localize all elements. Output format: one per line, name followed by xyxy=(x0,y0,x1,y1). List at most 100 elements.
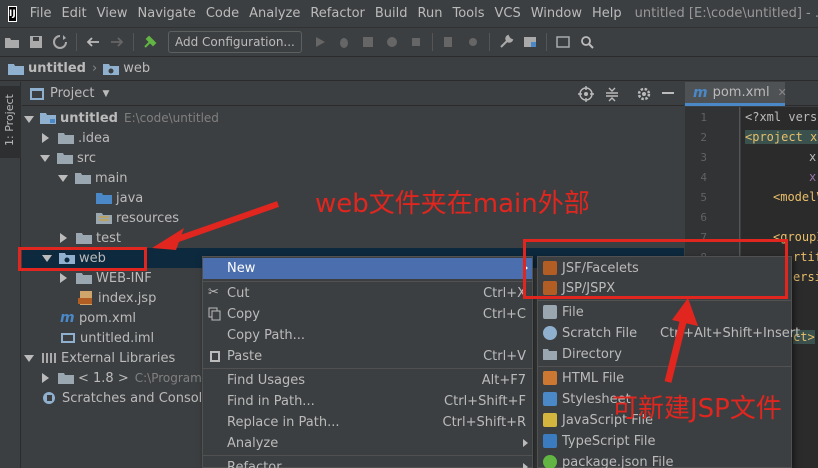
project-panel-title[interactable]: Project xyxy=(50,86,94,101)
submenu-arrow-icon xyxy=(523,463,528,468)
menu-item-label: HTML File xyxy=(562,371,625,386)
tree-item-src[interactable]: src xyxy=(22,148,684,168)
jdk-folder-icon xyxy=(58,373,74,384)
menu-item-replace-in-path[interactable]: Replace in Path... Ctrl+Shift+R xyxy=(203,412,532,433)
line-number: 5 xyxy=(700,191,707,204)
collapsed-arrow-icon[interactable] xyxy=(42,133,49,143)
folder-icon xyxy=(76,233,92,244)
menu-item-copy[interactable]: Copy Ctrl+C xyxy=(203,304,532,325)
expanded-arrow-icon[interactable] xyxy=(40,154,50,162)
toolbar-divider xyxy=(545,33,547,51)
tree-item-label: WEB-INF xyxy=(96,270,152,286)
expanded-arrow-icon[interactable] xyxy=(58,174,68,182)
menu-item-cut[interactable]: ✂ Cut Ctrl+X xyxy=(203,283,532,304)
collapse-all-icon[interactable] xyxy=(604,86,620,102)
scratches-icon xyxy=(43,392,55,404)
menu-build[interactable]: Build xyxy=(370,0,413,28)
tree-item-label: main xyxy=(95,170,128,186)
submenu-item-html-file[interactable]: HTML File xyxy=(538,368,791,389)
css-file-icon xyxy=(543,392,557,406)
open-folder-icon[interactable] xyxy=(4,34,20,50)
menu-analyze[interactable]: Analyze xyxy=(244,0,305,28)
terminal-icon[interactable] xyxy=(555,34,571,50)
project-structure-icon[interactable] xyxy=(522,34,538,50)
menu-item-copy-path[interactable]: Copy Path... xyxy=(203,325,532,346)
search-icon[interactable] xyxy=(579,34,595,50)
annotation-can-create-jsp: 可新建JSP文件 xyxy=(612,394,782,424)
tree-item-untitled[interactable]: untitled E:\code\untitled xyxy=(22,108,684,128)
tab-pom-xml[interactable]: m pom.xml ✕ xyxy=(685,82,787,106)
file-icon xyxy=(543,305,557,319)
menu-item-shortcut: Ctrl+C xyxy=(482,307,526,322)
submenu-item-directory[interactable]: Directory xyxy=(538,344,791,365)
menu-item-refactor[interactable]: Refactor xyxy=(203,457,532,468)
gear-icon[interactable] xyxy=(636,86,652,102)
profile-icon[interactable] xyxy=(384,34,400,50)
wrench-icon[interactable] xyxy=(498,34,514,50)
menu-item-analyze[interactable]: Analyze xyxy=(203,433,532,454)
tree-item-label: src xyxy=(77,150,96,166)
menu-window[interactable]: Window xyxy=(526,0,587,28)
project-tool-tab[interactable]: 1: Project xyxy=(0,86,21,158)
add-configuration-button[interactable]: Add Configuration... xyxy=(168,31,302,53)
debug-icon[interactable] xyxy=(336,34,352,50)
tree-item-label: java xyxy=(116,190,144,206)
menu-tools[interactable]: Tools xyxy=(447,0,489,28)
menu-edit[interactable]: Edit xyxy=(56,0,91,28)
web-folder-icon xyxy=(103,63,120,75)
menu-item-shortcut: Ctrl+Shift+R xyxy=(442,415,527,430)
build-hammer-icon[interactable] xyxy=(142,34,158,50)
forward-arrow-icon[interactable] xyxy=(109,34,125,50)
project-tool-tab-label: 1: Project xyxy=(3,94,16,146)
submenu-item-scratch-file[interactable]: Scratch File Ctrl+Alt+Shift+Insert xyxy=(538,323,800,344)
minimize-icon[interactable] xyxy=(662,92,674,94)
menu-run[interactable]: Run xyxy=(413,0,448,28)
expanded-arrow-icon[interactable] xyxy=(24,354,34,362)
menu-item-paste[interactable]: Paste Ctrl+V xyxy=(203,346,532,367)
copy-icon xyxy=(208,307,221,321)
breadcrumb-project[interactable]: untitled xyxy=(8,61,86,76)
menu-divider xyxy=(203,368,532,369)
menu-help[interactable]: Help xyxy=(587,0,627,28)
menu-view[interactable]: View xyxy=(92,0,133,28)
menu-refactor[interactable]: Refactor xyxy=(305,0,370,28)
tree-item-idea[interactable]: .idea xyxy=(22,128,684,148)
submenu-item-package-json[interactable]: package.json File xyxy=(538,452,791,468)
run-icon[interactable] xyxy=(312,34,328,50)
menu-divider xyxy=(538,300,791,301)
coverage-icon[interactable] xyxy=(360,34,376,50)
menu-item-label: Analyze xyxy=(227,436,279,451)
collapsed-arrow-icon[interactable] xyxy=(60,233,67,243)
attach-icon[interactable] xyxy=(441,34,457,50)
menu-item-label: Paste xyxy=(227,349,263,364)
intellij-logo-icon: IJ xyxy=(8,5,17,22)
toolbar-divider xyxy=(488,33,490,51)
breadcrumb-folder[interactable]: web xyxy=(103,61,150,76)
context-menu: New ✂ Cut Ctrl+X Copy Ctrl+C Copy Path..… xyxy=(202,256,533,468)
view-dropdown-icon[interactable]: ▼ xyxy=(102,89,109,99)
submenu-item-file[interactable]: File xyxy=(538,302,791,323)
menu-item-find-usages[interactable]: Find Usages Alt+F7 xyxy=(203,370,532,391)
tool-window-strip: 1: Project xyxy=(0,82,21,468)
menu-vcs[interactable]: VCS xyxy=(490,0,526,28)
expanded-arrow-icon[interactable] xyxy=(24,115,34,123)
menu-navigate[interactable]: Navigate xyxy=(133,0,201,28)
stop-icon[interactable] xyxy=(408,34,424,50)
menu-code[interactable]: Code xyxy=(201,0,244,28)
highlight-box-jsp-options xyxy=(523,239,788,299)
submenu-item-typescript-file[interactable]: TypeScript File xyxy=(538,431,791,452)
locate-target-icon[interactable] xyxy=(578,86,594,102)
close-icon[interactable]: ✕ xyxy=(778,86,787,99)
menu-file[interactable]: File xyxy=(25,0,57,28)
collapsed-arrow-icon[interactable] xyxy=(42,373,49,383)
menu-item-label: Copy Path... xyxy=(227,328,306,343)
back-arrow-icon[interactable] xyxy=(85,34,101,50)
settings-sync-icon[interactable] xyxy=(465,34,481,50)
save-icon[interactable] xyxy=(28,34,44,50)
menu-item-new[interactable]: New xyxy=(203,258,532,279)
sync-icon[interactable] xyxy=(52,34,68,50)
folder-icon xyxy=(57,153,73,164)
menu-item-find-in-path[interactable]: Find in Path... Ctrl+Shift+F xyxy=(203,391,532,412)
collapsed-arrow-icon[interactable] xyxy=(60,273,67,283)
folder-icon xyxy=(543,349,557,360)
